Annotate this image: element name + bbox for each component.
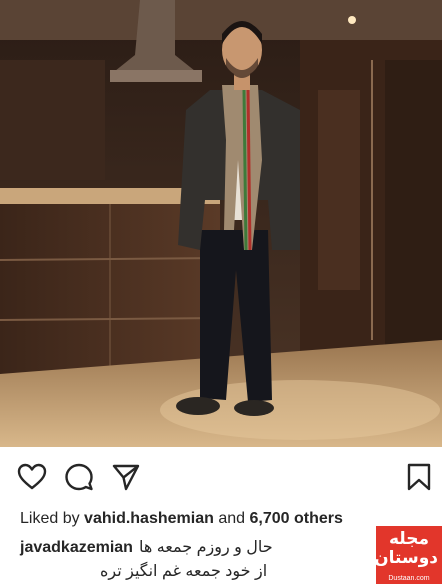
caption-author-link[interactable]: javadkazemian xyxy=(20,539,133,556)
watermark-brand: مجله دوستان xyxy=(376,529,438,568)
liked-by-user-link[interactable]: vahid.hashemian xyxy=(84,510,214,527)
watermark-site: Dustaan.com xyxy=(388,575,430,582)
caption-line-1: حال و روزم جمعه ها xyxy=(138,539,273,556)
likes-count-link[interactable]: 6,700 others xyxy=(249,510,342,527)
post-photo[interactable] xyxy=(0,0,442,447)
paper-plane-icon[interactable] xyxy=(111,462,141,492)
comment-bubble-icon[interactable] xyxy=(64,462,94,492)
photo-illustration xyxy=(0,0,442,447)
likes-prefix: Liked by xyxy=(20,510,80,527)
heart-icon[interactable] xyxy=(17,462,47,492)
caption-line-2: از خود جمعه غم انگیز تره xyxy=(100,563,268,580)
likes-joiner: and xyxy=(218,510,246,527)
watermark-logo: مجله دوستان Dustaan.com xyxy=(376,526,442,584)
likes-summary: Liked by vahid.hashemian and 6,700 other… xyxy=(20,510,343,528)
post-caption: javadkazemian حال و روزم جمعه ها xyxy=(20,537,273,557)
post-action-bar xyxy=(0,452,442,500)
bookmark-icon[interactable] xyxy=(404,462,434,492)
